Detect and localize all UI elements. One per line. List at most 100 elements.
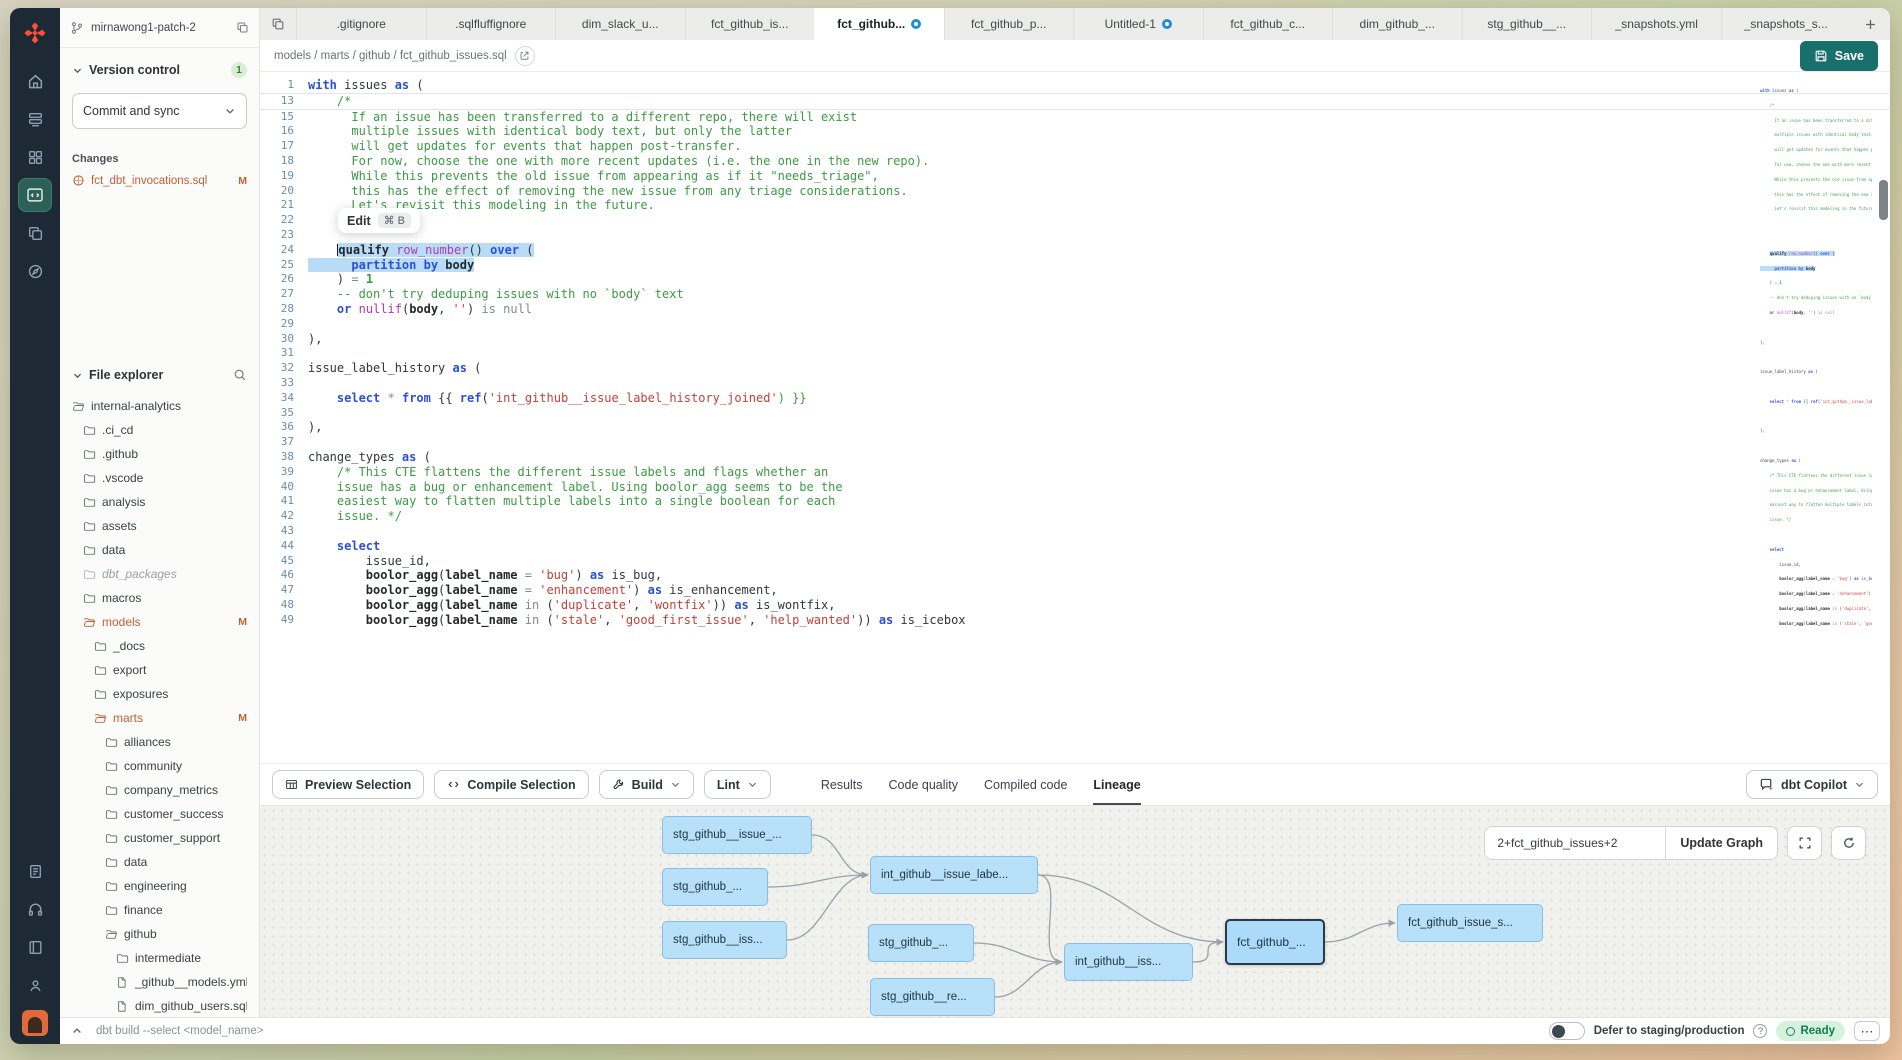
editor-tab[interactable]: fct_github_c... <box>1203 8 1333 40</box>
code-line-37[interactable]: 37 <box>260 435 1890 450</box>
tree-item-marts[interactable]: martsM <box>72 706 247 730</box>
code-line-35[interactable]: 35 <box>260 406 1890 421</box>
code-line-41[interactable]: 41 easiest way to flatten multiple label… <box>260 494 1890 509</box>
tree-item-data[interactable]: data <box>72 850 247 874</box>
compile-selection-button[interactable]: Compile Selection <box>434 770 588 799</box>
tree-item-community[interactable]: community <box>72 754 247 778</box>
tree-item-export[interactable]: export <box>72 658 247 682</box>
code-line-30[interactable]: 30), <box>260 332 1890 347</box>
code-line-47[interactable]: 47 boolor_agg(label_name = 'enhancement'… <box>260 583 1890 598</box>
code-line-28[interactable]: 28 or nullif(body, '') is null <box>260 302 1890 317</box>
account-user-icon[interactable] <box>18 968 52 1002</box>
code-line-40[interactable]: 40 issue has a bug or enhancement label.… <box>260 480 1890 495</box>
tree-item-finance[interactable]: finance <box>72 898 247 922</box>
tree-item-data[interactable]: data <box>72 538 247 562</box>
explore-compass-icon[interactable] <box>18 254 52 288</box>
code-line-15[interactable]: 15 If an issue has been transferred to a… <box>260 110 1890 125</box>
tab-lineage[interactable]: Lineage <box>1093 764 1140 805</box>
code-line-26[interactable]: 26 ) = 1 <box>260 272 1890 287</box>
lineage-node-n1[interactable]: stg_github__issue_... <box>662 816 812 854</box>
code-line-25[interactable]: 25 partition by body <box>260 258 1890 273</box>
docs-book-icon[interactable] <box>18 930 52 964</box>
code-line-33[interactable]: 33 <box>260 376 1890 391</box>
tree-item-dbt-packages[interactable]: dbt_packages <box>72 562 247 586</box>
editor-tab[interactable]: _snapshots_s... <box>1721 8 1851 40</box>
code-line-20[interactable]: 20 this has the effect of removing the n… <box>260 184 1890 199</box>
lint-button[interactable]: Lint <box>704 770 771 799</box>
code-line-22[interactable]: 22 <box>260 213 1890 228</box>
scrollbar-thumb[interactable] <box>1879 180 1888 220</box>
more-options-button[interactable]: ⋯ <box>1854 1021 1880 1041</box>
tree-item-dim-github-users-sql[interactable]: dim_github_users.sql <box>72 994 247 1017</box>
code-line-46[interactable]: 46 boolor_agg(label_name = 'bug') as is_… <box>260 568 1890 583</box>
breadcrumb-link-icon[interactable] <box>515 46 535 66</box>
tree-item-engineering[interactable]: engineering <box>72 874 247 898</box>
code-line-34[interactable]: 34 select * from {{ ref('int_github__iss… <box>260 391 1890 406</box>
code-line-23[interactable]: 23 <box>260 228 1890 243</box>
headphones-support-icon[interactable] <box>18 892 52 926</box>
save-button[interactable]: Save <box>1800 41 1878 71</box>
new-tab-button[interactable] <box>1850 8 1890 40</box>
deploy-stack-icon[interactable] <box>18 102 52 136</box>
code-line-27[interactable]: 27 -- don't try deduping issues with no … <box>260 287 1890 302</box>
tree-item-customer-support[interactable]: customer_support <box>72 826 247 850</box>
editor-tab[interactable]: fct_github... <box>814 8 944 40</box>
code-line-38[interactable]: 38change_types as ( <box>260 450 1890 465</box>
code-line-19[interactable]: 19 While this prevents the old issue fro… <box>260 169 1890 184</box>
editor-tab[interactable]: dim_slack_u... <box>555 8 685 40</box>
duplicate-windows-icon[interactable] <box>18 216 52 250</box>
copy-branch-icon[interactable] <box>236 21 249 34</box>
lineage-node-n9[interactable]: fct_github_issue_s... <box>1397 904 1543 942</box>
fullscreen-icon-button[interactable] <box>1787 826 1822 860</box>
editor-scrollbar[interactable] <box>1877 72 1890 763</box>
tab-code-quality[interactable]: Code quality <box>889 764 959 805</box>
code-line-45[interactable]: 45 issue_id, <box>260 554 1890 569</box>
preview-selection-button[interactable]: Preview Selection <box>272 770 424 799</box>
code-line-32[interactable]: 32issue_label_history as ( <box>260 361 1890 376</box>
tree-item-analysis[interactable]: analysis <box>72 490 247 514</box>
editor-minimap[interactable]: with issues as ( /* If an issue has been… <box>1760 88 1872 628</box>
code-line-36[interactable]: 36), <box>260 420 1890 435</box>
home-icon[interactable] <box>18 64 52 98</box>
help-icon[interactable]: ? <box>1753 1024 1767 1038</box>
tab-compiled-code[interactable]: Compiled code <box>984 764 1067 805</box>
editor-tab[interactable]: .sqlfluffignore <box>426 8 556 40</box>
lineage-node-n6[interactable]: stg_github__re... <box>870 978 995 1016</box>
defer-toggle[interactable] <box>1549 1022 1585 1040</box>
lineage-selector-input[interactable] <box>1485 827 1665 859</box>
lineage-node-n3[interactable]: stg_github__iss... <box>662 921 787 959</box>
editor-tab[interactable]: fct_github_is... <box>685 8 815 40</box>
tree-item-exposures[interactable]: exposures <box>72 682 247 706</box>
code-line-21[interactable]: 21 Let's revisit this modeling in the fu… <box>260 198 1890 213</box>
code-line-29[interactable]: 29 <box>260 317 1890 332</box>
code-line-44[interactable]: 44 select <box>260 539 1890 554</box>
user-avatar[interactable] <box>22 1010 48 1036</box>
tree-item--github[interactable]: .github <box>72 442 247 466</box>
code-line-1[interactable]: 1with issues as ( <box>260 78 1890 94</box>
search-icon[interactable] <box>233 368 247 382</box>
tree-item-alliances[interactable]: alliances <box>72 730 247 754</box>
tree-item-models[interactable]: modelsM <box>72 610 247 634</box>
tab-list-icon[interactable] <box>260 8 296 40</box>
dbt-command-input[interactable] <box>96 1025 1541 1037</box>
editor-tab[interactable]: fct_github_p... <box>944 8 1074 40</box>
editor-tab[interactable]: _snapshots.yml <box>1591 8 1721 40</box>
tree-item--ci-cd[interactable]: .ci_cd <box>72 418 247 442</box>
dbt-logo-icon[interactable] <box>20 18 50 48</box>
ide-code-icon[interactable] <box>18 178 52 212</box>
code-line-18[interactable]: 18 For now, choose the one with more rec… <box>260 154 1890 169</box>
lineage-node-n2[interactable]: stg_github_... <box>662 868 768 906</box>
lineage-node-n4[interactable]: int_github__issue_labe... <box>870 856 1038 894</box>
editor-tab[interactable]: Untitled-1 <box>1073 8 1203 40</box>
editor-tab[interactable]: .gitignore <box>296 8 426 40</box>
code-line-17[interactable]: 17 will get updates for events that happ… <box>260 139 1890 154</box>
notes-clipboard-icon[interactable] <box>18 854 52 888</box>
tree-item-assets[interactable]: assets <box>72 514 247 538</box>
tree-item-intermediate[interactable]: intermediate <box>72 946 247 970</box>
code-line-42[interactable]: 42 issue. */ <box>260 509 1890 524</box>
code-editor[interactable]: 1with issues as (13 /*15 If an issue has… <box>260 72 1890 763</box>
apps-grid-icon[interactable] <box>18 140 52 174</box>
editor-tab[interactable]: stg_github__... <box>1462 8 1592 40</box>
tree-item-company-metrics[interactable]: company_metrics <box>72 778 247 802</box>
tree-item-macros[interactable]: macros <box>72 586 247 610</box>
